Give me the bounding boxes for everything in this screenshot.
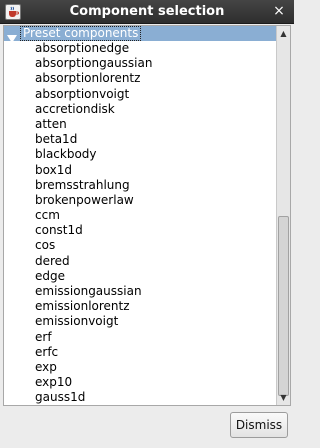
tree-item[interactable]: exp10: [4, 375, 276, 390]
tree-root-preset-components[interactable]: Preset components: [4, 26, 276, 43]
dismiss-button[interactable]: Dismiss: [230, 412, 288, 438]
tree-item[interactable]: bremsstrahlung: [4, 178, 276, 193]
component-tree[interactable]: Preset components absorptionedge absorpti…: [3, 25, 291, 406]
tree-item[interactable]: brokenpowerlaw: [4, 193, 276, 208]
tree-item[interactable]: erfc: [4, 345, 276, 360]
tree-item[interactable]: exp: [4, 360, 276, 375]
tree-item[interactable]: absorptiongaussian: [4, 56, 276, 71]
tree-item[interactable]: beta1d: [4, 132, 276, 147]
tree-item[interactable]: log: [4, 406, 276, 407]
tree-item[interactable]: gauss1d: [4, 390, 276, 405]
tree-root-label: Preset components: [20, 26, 142, 41]
scroll-up-icon[interactable]: ▲: [277, 27, 290, 40]
window-title: Component selection: [69, 4, 225, 19]
component-list: absorptionedge absorptiongaussian absorpti…: [4, 41, 276, 407]
expanded-triangle-icon[interactable]: [7, 29, 17, 43]
close-icon[interactable]: ×: [271, 3, 287, 19]
tree-item[interactable]: emissionlorentz: [4, 299, 276, 314]
java-cup-icon: [5, 4, 21, 20]
tree-item[interactable]: emissionvoigt: [4, 314, 276, 329]
scroll-thumb[interactable]: [278, 216, 289, 396]
tree-item[interactable]: edge: [4, 269, 276, 284]
vertical-scrollbar[interactable]: ▲ ▼: [276, 26, 290, 405]
tree-item[interactable]: absorptionvoigt: [4, 87, 276, 102]
tree-item[interactable]: accretiondisk: [4, 102, 276, 117]
tree-item[interactable]: absorptionedge: [4, 41, 276, 56]
tree-item[interactable]: blackbody: [4, 147, 276, 162]
scroll-down-icon[interactable]: ▼: [277, 391, 290, 404]
tree-item[interactable]: absorptionlorentz: [4, 71, 276, 86]
tree-item[interactable]: emissiongaussian: [4, 284, 276, 299]
tree-item[interactable]: ccm: [4, 208, 276, 223]
tree-item[interactable]: dered: [4, 254, 276, 269]
title-bar: Component selection ×: [0, 0, 294, 24]
tree-item[interactable]: cos: [4, 238, 276, 253]
tree-item[interactable]: atten: [4, 117, 276, 132]
tree-item[interactable]: erf: [4, 330, 276, 345]
tree-item[interactable]: const1d: [4, 223, 276, 238]
tree-item[interactable]: box1d: [4, 163, 276, 178]
